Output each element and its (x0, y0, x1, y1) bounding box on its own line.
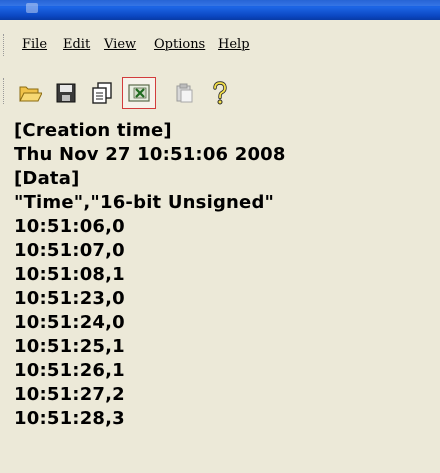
open-folder-icon (18, 83, 42, 103)
content-line: 10:51:27,2 (14, 384, 125, 405)
menu-options-label: Options (154, 37, 206, 52)
menu-options[interactable]: Options (154, 37, 205, 53)
help-button[interactable] (206, 79, 234, 107)
content-line: 10:51:25,1 (14, 336, 125, 357)
content-line: 10:51:28,3 (14, 408, 125, 429)
content-line: 10:51:06,0 (14, 216, 125, 237)
paste-button[interactable] (170, 79, 198, 107)
menu-view[interactable]: View (104, 37, 136, 53)
menu-help-label: Help (218, 37, 250, 52)
menu-edit-label: Edit (63, 37, 91, 52)
toolbar (0, 70, 440, 112)
excel-export-icon (128, 83, 150, 103)
content-line: "Time","16-bit Unsigned" (14, 192, 275, 213)
help-icon (211, 81, 229, 105)
save-icon (56, 83, 76, 103)
content-line: 10:51:26,1 (14, 360, 125, 381)
menu-edit[interactable]: Edit (63, 37, 90, 53)
content-line: [Creation time] (14, 120, 172, 141)
content-line: Thu Nov 27 10:51:06 2008 (14, 144, 286, 165)
text-content-area[interactable]: [Creation time] Thu Nov 27 10:51:06 2008… (0, 114, 440, 473)
toolbar-grip[interactable] (3, 78, 7, 104)
menu-file[interactable]: File (22, 37, 47, 53)
content-line: [Data] (14, 168, 80, 189)
menu-bar: File Edit View Options Help (0, 28, 440, 62)
content-line: 10:51:08,1 (14, 264, 125, 285)
content-line: 10:51:24,0 (14, 312, 125, 333)
app-icon (26, 3, 38, 13)
content-line: 10:51:07,0 (14, 240, 125, 261)
save-button[interactable] (52, 79, 80, 107)
copy-icon (91, 82, 113, 104)
menu-view-label: View (104, 37, 137, 52)
open-button[interactable] (16, 79, 44, 107)
export-excel-button[interactable] (122, 77, 156, 109)
menu-file-label: File (22, 37, 48, 52)
title-bar-glare (0, 0, 440, 6)
paste-icon (174, 83, 194, 103)
title-bar[interactable] (0, 0, 440, 20)
content-line: 10:51:23,0 (14, 288, 125, 309)
menu-bar-grip[interactable] (3, 34, 7, 56)
app-window: File Edit View Options Help [Creation ti… (0, 0, 440, 473)
copy-button[interactable] (88, 79, 116, 107)
menu-help[interactable]: Help (218, 37, 250, 53)
